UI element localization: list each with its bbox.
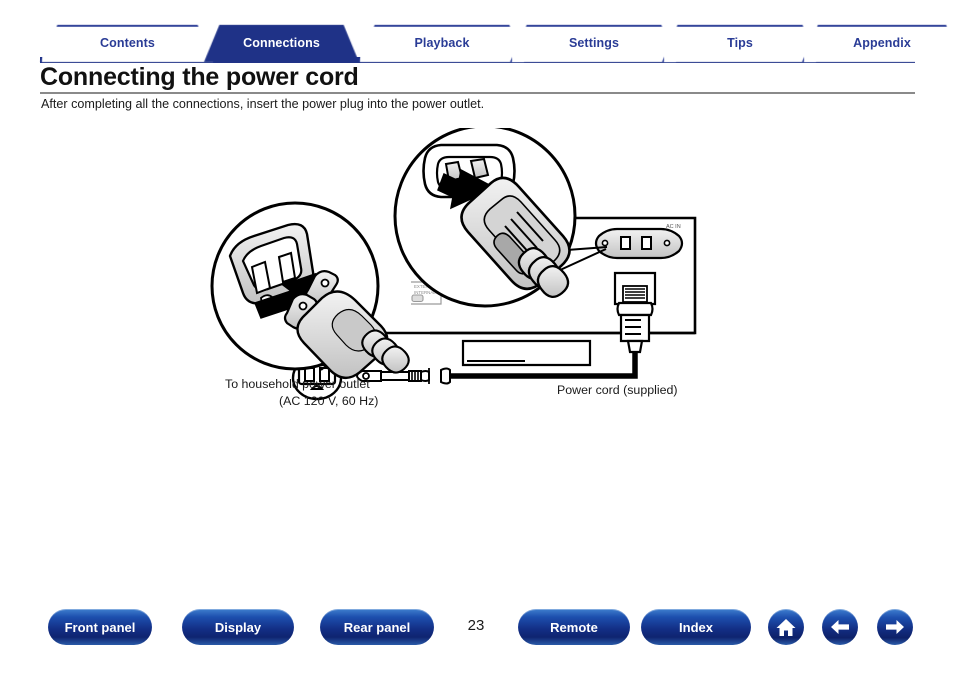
home-icon xyxy=(776,618,796,636)
index-button[interactable]: Index xyxy=(641,609,751,645)
ac-in-label: AC IN xyxy=(666,224,681,230)
tab-playback[interactable]: Playback xyxy=(358,24,526,62)
title-divider xyxy=(40,92,915,94)
page-subtitle: After completing all the connections, in… xyxy=(41,97,485,111)
tab-contents[interactable]: Contents xyxy=(40,24,215,62)
label-household-outlet-line1: To household power outlet xyxy=(225,377,370,391)
tab-label: Tips xyxy=(727,36,753,50)
button-label: Remote xyxy=(550,619,598,635)
label-household-outlet-line2: (AC 120 V, 60 Hz) xyxy=(279,394,379,408)
back-button[interactable] xyxy=(822,609,858,645)
tab-tips[interactable]: Tips xyxy=(662,24,818,62)
power-cord-diagram: AC IN EXTERNAL INTERNAL To household pow… xyxy=(195,128,715,413)
remote-button[interactable]: Remote xyxy=(518,609,630,645)
manual-page: Contents Connections Playback Settings T… xyxy=(0,0,954,673)
ac-inlet-socket xyxy=(594,227,684,260)
front-panel-button[interactable]: Front panel xyxy=(48,609,152,645)
tab-settings[interactable]: Settings xyxy=(510,24,678,62)
button-label: Front panel xyxy=(64,619,136,635)
tab-label: Settings xyxy=(568,36,620,50)
rear-panel-button[interactable]: Rear panel xyxy=(320,609,434,645)
power-cord-illustration: AC IN EXTERNAL INTERNAL xyxy=(210,128,697,401)
display-button[interactable]: Display xyxy=(182,609,294,645)
tab-appendix[interactable]: Appendix xyxy=(802,24,954,62)
tabbar: Contents Connections Playback Settings T… xyxy=(40,24,915,62)
button-label: Rear panel xyxy=(343,619,411,635)
tab-connections[interactable]: Connections xyxy=(204,24,359,62)
arrow-left-icon xyxy=(831,620,849,634)
page-title: Connecting the power cord xyxy=(40,63,359,91)
forward-button[interactable] xyxy=(877,609,913,645)
button-label: Index xyxy=(679,619,713,635)
bottom-navigation: Front panel Display Rear panel 23 Remote… xyxy=(0,605,954,653)
button-label: Display xyxy=(214,619,262,635)
home-button[interactable] xyxy=(768,609,804,645)
label-power-cord: Power cord (supplied) xyxy=(557,383,678,397)
tab-label: Contents xyxy=(100,36,155,50)
tab-label: Playback xyxy=(414,36,470,50)
tab-label: Connections xyxy=(243,36,320,50)
page-number: 23 xyxy=(467,617,485,634)
iec-connector-plugged xyxy=(613,271,657,354)
callout-wall-plug xyxy=(210,201,410,379)
tab-label: Appendix xyxy=(853,36,911,50)
arrow-right-icon xyxy=(886,620,904,634)
